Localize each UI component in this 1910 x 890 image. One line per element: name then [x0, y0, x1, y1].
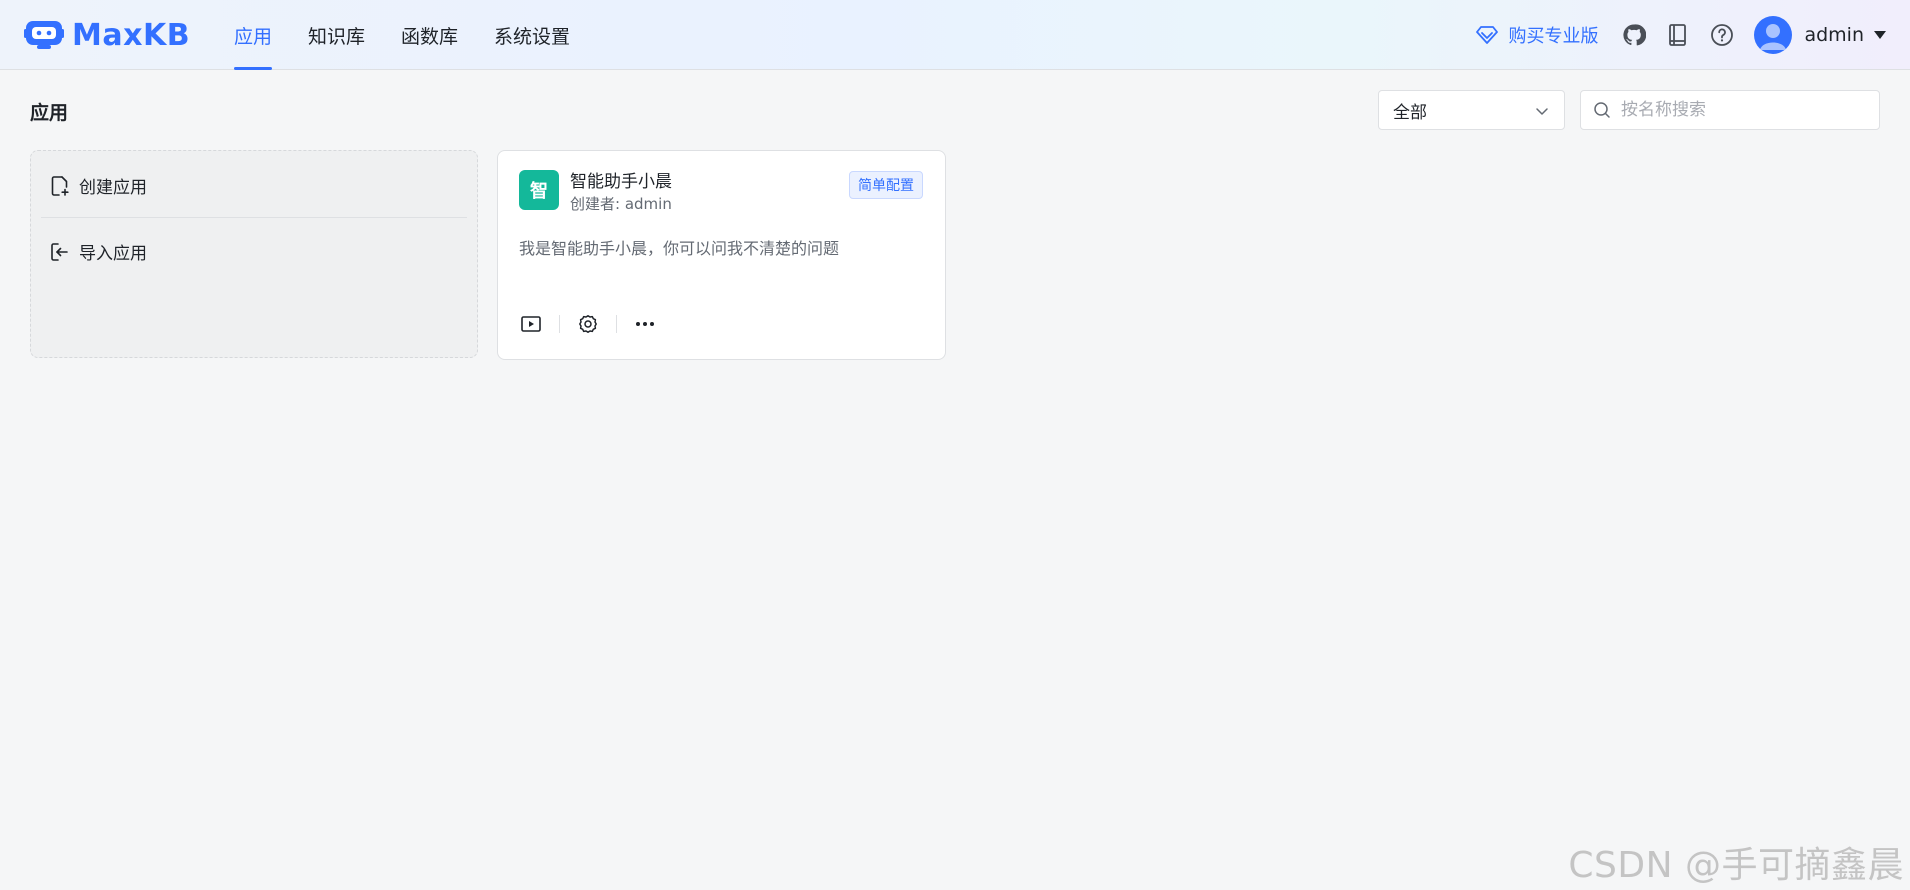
top-header: MaxKB 应用 知识库 函数库 系统设置 购买专业版 admin — [0, 0, 1910, 70]
main-nav: 应用 知识库 函数库 系统设置 — [234, 0, 606, 70]
nav-item-settings[interactable]: 系统设置 — [494, 0, 570, 70]
app-creator: 创建者: admin — [570, 195, 672, 213]
app-actions — [519, 311, 657, 337]
brand-logo[interactable]: MaxKB — [24, 17, 190, 53]
app-card[interactable]: 智 智能助手小晨 创建者: admin 简单配置 我是智能助手小晨，你可以问我不… — [497, 150, 946, 360]
type-filter-select[interactable]: 全部 — [1378, 90, 1565, 130]
divider — [41, 217, 467, 218]
header-actions: 购买专业版 admin — [1476, 0, 1886, 70]
nav-item-knowledge[interactable]: 知识库 — [308, 0, 365, 70]
app-type-tag: 简单配置 — [849, 171, 923, 199]
watermark: CSDN @手可摘鑫晨 — [1568, 845, 1904, 886]
user-menu[interactable]: admin — [1754, 16, 1886, 54]
import-app-label: 导入应用 — [79, 244, 147, 264]
book-icon[interactable] — [1666, 23, 1690, 47]
import-app-button[interactable]: 导入应用 — [51, 239, 147, 264]
app-more-button[interactable] — [633, 312, 657, 336]
caret-down-icon — [1874, 31, 1886, 39]
more-dots-icon — [636, 322, 654, 326]
app-description: 我是智能助手小晨，你可以问我不清楚的问题 — [519, 239, 840, 258]
brand-name: MaxKB — [72, 17, 191, 53]
search-input[interactable] — [1621, 100, 1861, 120]
buy-pro-link[interactable]: 购买专业版 — [1476, 22, 1598, 48]
user-avatar-icon — [1760, 24, 1787, 50]
github-icon[interactable] — [1622, 23, 1647, 47]
nav-item-functions[interactable]: 函数库 — [401, 0, 458, 70]
buy-pro-label: 购买专业版 — [1508, 26, 1599, 47]
avatar — [1754, 16, 1793, 54]
type-filter-value: 全部 — [1393, 102, 1427, 123]
gear-icon — [579, 315, 597, 333]
create-app-button[interactable]: 创建应用 — [51, 173, 147, 198]
robot-logo-icon — [24, 21, 64, 49]
play-icon — [521, 316, 541, 332]
search-box — [1580, 90, 1880, 130]
action-separator — [559, 315, 560, 333]
create-app-label: 创建应用 — [79, 178, 147, 198]
username: admin — [1804, 24, 1864, 46]
help-icon[interactable] — [1710, 23, 1734, 47]
app-avatar: 智 — [519, 170, 559, 210]
add-file-icon — [51, 175, 69, 196]
chevron-down-icon — [1536, 108, 1548, 115]
action-separator — [616, 315, 617, 333]
app-demo-button[interactable] — [519, 312, 543, 336]
nav-item-apps[interactable]: 应用 — [234, 0, 273, 70]
search-icon — [1594, 102, 1610, 118]
app-settings-button[interactable] — [576, 312, 600, 336]
diamond-icon — [1476, 26, 1499, 44]
create-app-card: 创建应用 导入应用 — [30, 150, 478, 358]
import-icon — [51, 242, 68, 261]
page-title: 应用 — [30, 102, 69, 124]
app-name: 智能助手小晨 — [570, 172, 672, 192]
